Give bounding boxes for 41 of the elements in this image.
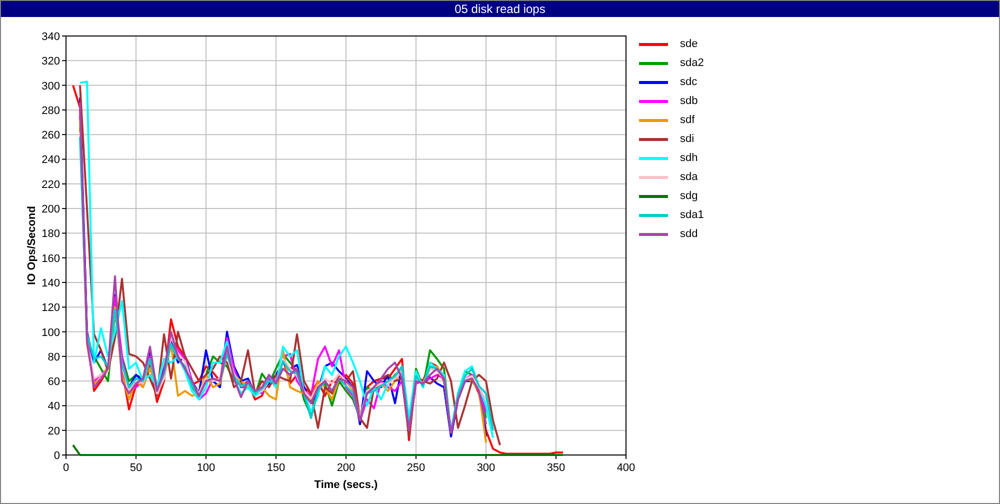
legend-label: sdf: [680, 114, 695, 126]
axis-tick-label: 140: [42, 277, 60, 290]
legend-label: sdc: [680, 76, 698, 88]
axis-tick-label: 60: [48, 376, 60, 388]
axis-tick-label: 80: [48, 351, 60, 364]
legend-label: sda2: [680, 57, 704, 69]
axis-tick-label: 300: [42, 80, 60, 92]
axis-tick-label: 100: [196, 462, 216, 474]
axis-tick-label: 220: [42, 178, 60, 191]
x-axis-title: Time (secs.): [314, 479, 378, 491]
legend-label: sde: [680, 38, 698, 50]
axis-tick-label: 200: [42, 204, 60, 216]
axis-tick-label: 200: [336, 462, 356, 474]
axis-tick-label: 250: [406, 462, 426, 474]
axis-tick-label: 50: [130, 462, 142, 474]
legend-label: sdb: [680, 95, 698, 107]
legend-label: sdi: [680, 133, 694, 145]
axis-tick-label: 300: [476, 462, 496, 474]
axis-tick-label: 160: [42, 252, 60, 265]
axis-tick-label: 240: [42, 154, 60, 166]
axis-tick-label: 20: [48, 425, 60, 438]
legend-label: sdh: [680, 152, 698, 164]
axis-tick-label: 0: [62, 462, 70, 474]
axis-tick-label: 400: [616, 462, 636, 474]
axis-tick-label: 150: [266, 462, 286, 474]
axis-tick-label: 350: [546, 462, 566, 474]
axis-tick-label: 100: [42, 326, 60, 339]
legend-label: sdd: [680, 228, 698, 240]
legend-label: sda: [680, 171, 698, 183]
axis-tick-label: 40: [48, 400, 60, 413]
legend-label: sda1: [680, 209, 704, 221]
legend-label: sdg: [680, 190, 698, 202]
axis-tick-label: 280: [42, 104, 60, 117]
axis-tick-label: 0: [54, 450, 60, 462]
axis-tick-label: 260: [42, 130, 60, 142]
axis-tick-label: 340: [42, 31, 60, 43]
axis-tick-label: 320: [42, 56, 60, 68]
axis-tick-label: 180: [42, 228, 60, 240]
axis-tick-label: 120: [42, 302, 60, 314]
y-axis-title: IO Ops/Second: [26, 206, 38, 285]
window-title: 05 disk read iops: [454, 2, 546, 16]
